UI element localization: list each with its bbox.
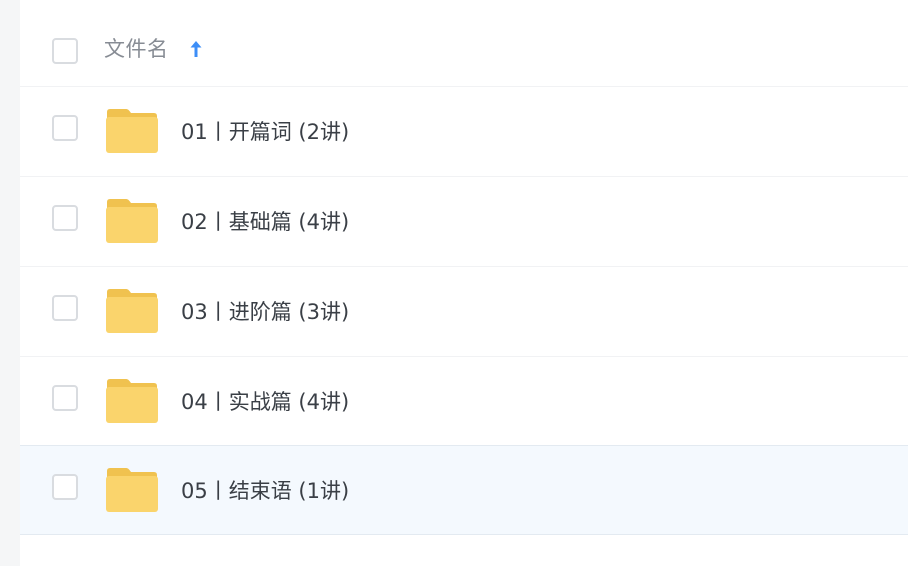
folder-icon bbox=[106, 468, 158, 512]
folder-name[interactable]: 05丨结束语 (1讲) bbox=[181, 476, 349, 506]
folder-name[interactable]: 02丨基础篇 (4讲) bbox=[181, 207, 349, 237]
column-header-filename[interactable]: 文件名 bbox=[104, 35, 169, 63]
row-checkbox[interactable] bbox=[52, 385, 78, 411]
folder-name[interactable]: 04丨实战篇 (4讲) bbox=[181, 387, 349, 417]
file-row[interactable]: 04丨实战篇 (4讲) bbox=[20, 357, 908, 447]
row-checkbox[interactable] bbox=[52, 205, 78, 231]
folder-icon bbox=[106, 379, 158, 423]
row-checkbox[interactable] bbox=[52, 115, 78, 141]
file-row[interactable]: 01丨开篇词 (2讲) bbox=[20, 87, 908, 177]
folder-name[interactable]: 01丨开篇词 (2讲) bbox=[181, 117, 349, 147]
folder-icon bbox=[106, 199, 158, 243]
file-row[interactable]: 03丨进阶篇 (3讲) bbox=[20, 267, 908, 357]
folder-icon bbox=[106, 289, 158, 333]
file-row[interactable]: 02丨基础篇 (4讲) bbox=[20, 177, 908, 267]
row-checkbox[interactable] bbox=[52, 295, 78, 321]
select-all-checkbox[interactable] bbox=[52, 38, 78, 64]
file-row-hovered[interactable]: 05丨结束语 (1讲) bbox=[20, 445, 908, 535]
file-list: 文件名 01丨开篇词 (2讲) 02丨基础篇 (4讲) 03丨进阶篇 (3讲) bbox=[20, 0, 908, 566]
row-checkbox[interactable] bbox=[52, 474, 78, 500]
folder-icon bbox=[106, 109, 158, 153]
folder-name[interactable]: 03丨进阶篇 (3讲) bbox=[181, 297, 349, 327]
arrow-up-icon[interactable] bbox=[188, 38, 204, 60]
file-list-header: 文件名 bbox=[20, 0, 908, 87]
